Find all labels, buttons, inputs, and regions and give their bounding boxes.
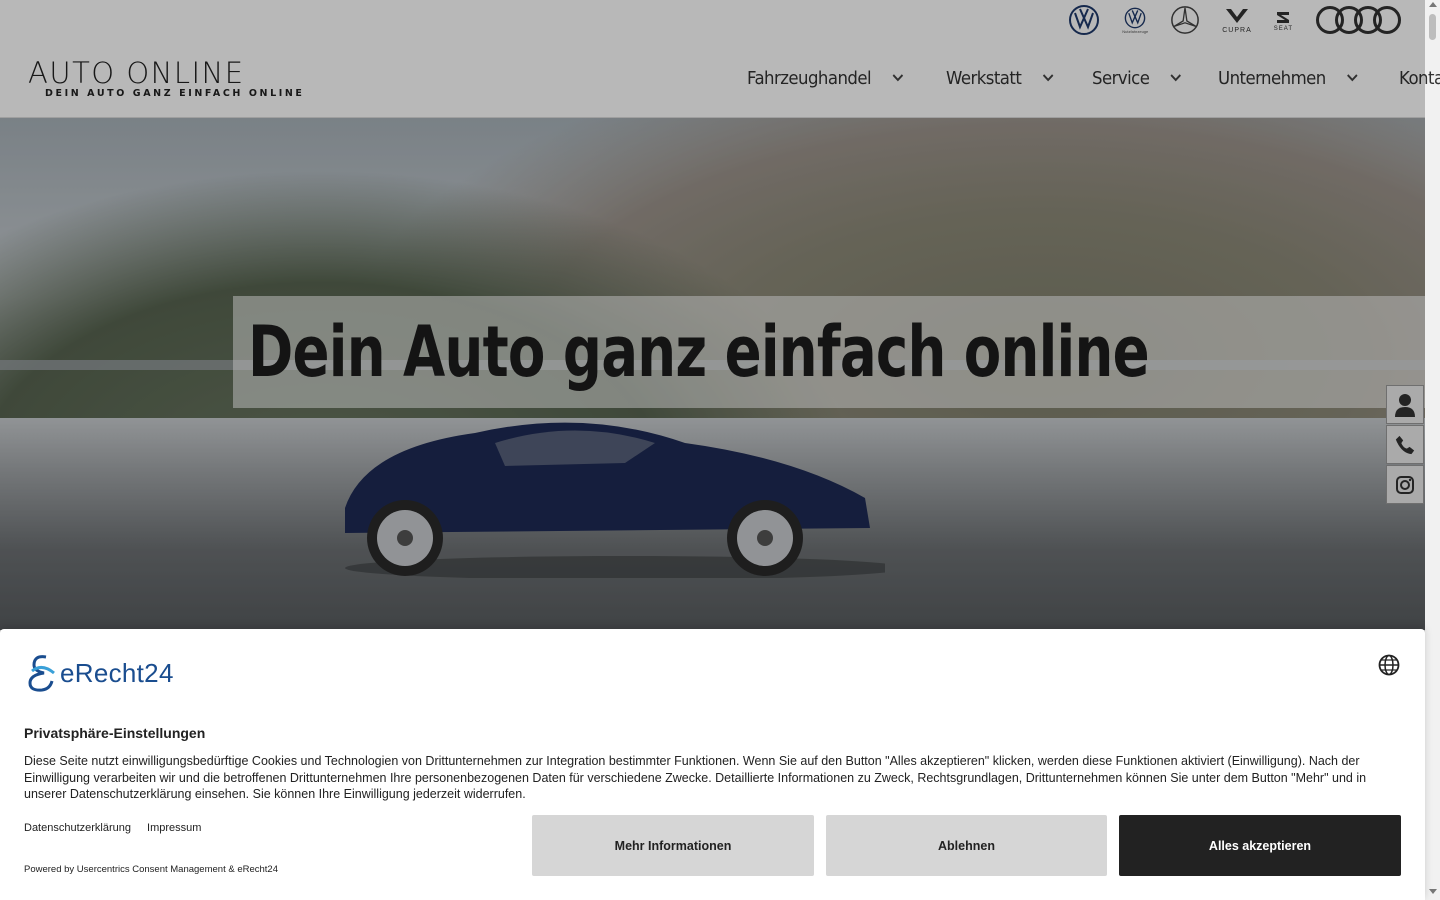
consent-powered-by: Powered by Usercentrics Consent Manageme… xyxy=(24,864,278,875)
scroll-down-arrow[interactable] xyxy=(1429,889,1437,894)
scroll-up-arrow[interactable] xyxy=(1429,2,1437,7)
consent-text: Diese Seite nutzt einwilligungsbedürftig… xyxy=(24,754,1367,801)
imprint-link[interactable]: Impressum xyxy=(147,822,201,834)
language-globe-icon[interactable] xyxy=(1378,654,1400,676)
page-scrollbar[interactable] xyxy=(1425,0,1440,900)
deny-button[interactable]: Ablehnen xyxy=(826,815,1107,876)
accept-all-button[interactable]: Alles akzeptieren xyxy=(1119,815,1401,876)
scroll-thumb[interactable] xyxy=(1429,14,1436,40)
cookie-consent-banner: eRecht24 Privatsphäre-Einstellungen Dies… xyxy=(0,629,1425,900)
page: Nutzfahrzeuge CUPRA SEAT AUTO ONLINE DEI… xyxy=(0,0,1440,900)
erecht24-logo: eRecht24 xyxy=(24,653,174,693)
consent-links: Datenschutzerklärung Impressum xyxy=(24,822,201,834)
consent-title: Privatsphäre-Einstellungen xyxy=(24,725,206,741)
erecht24-wordmark: eRecht24 xyxy=(60,657,174,688)
more-info-button[interactable]: Mehr Informationen xyxy=(532,815,814,876)
privacy-policy-link[interactable]: Datenschutzerklärung xyxy=(24,822,131,834)
